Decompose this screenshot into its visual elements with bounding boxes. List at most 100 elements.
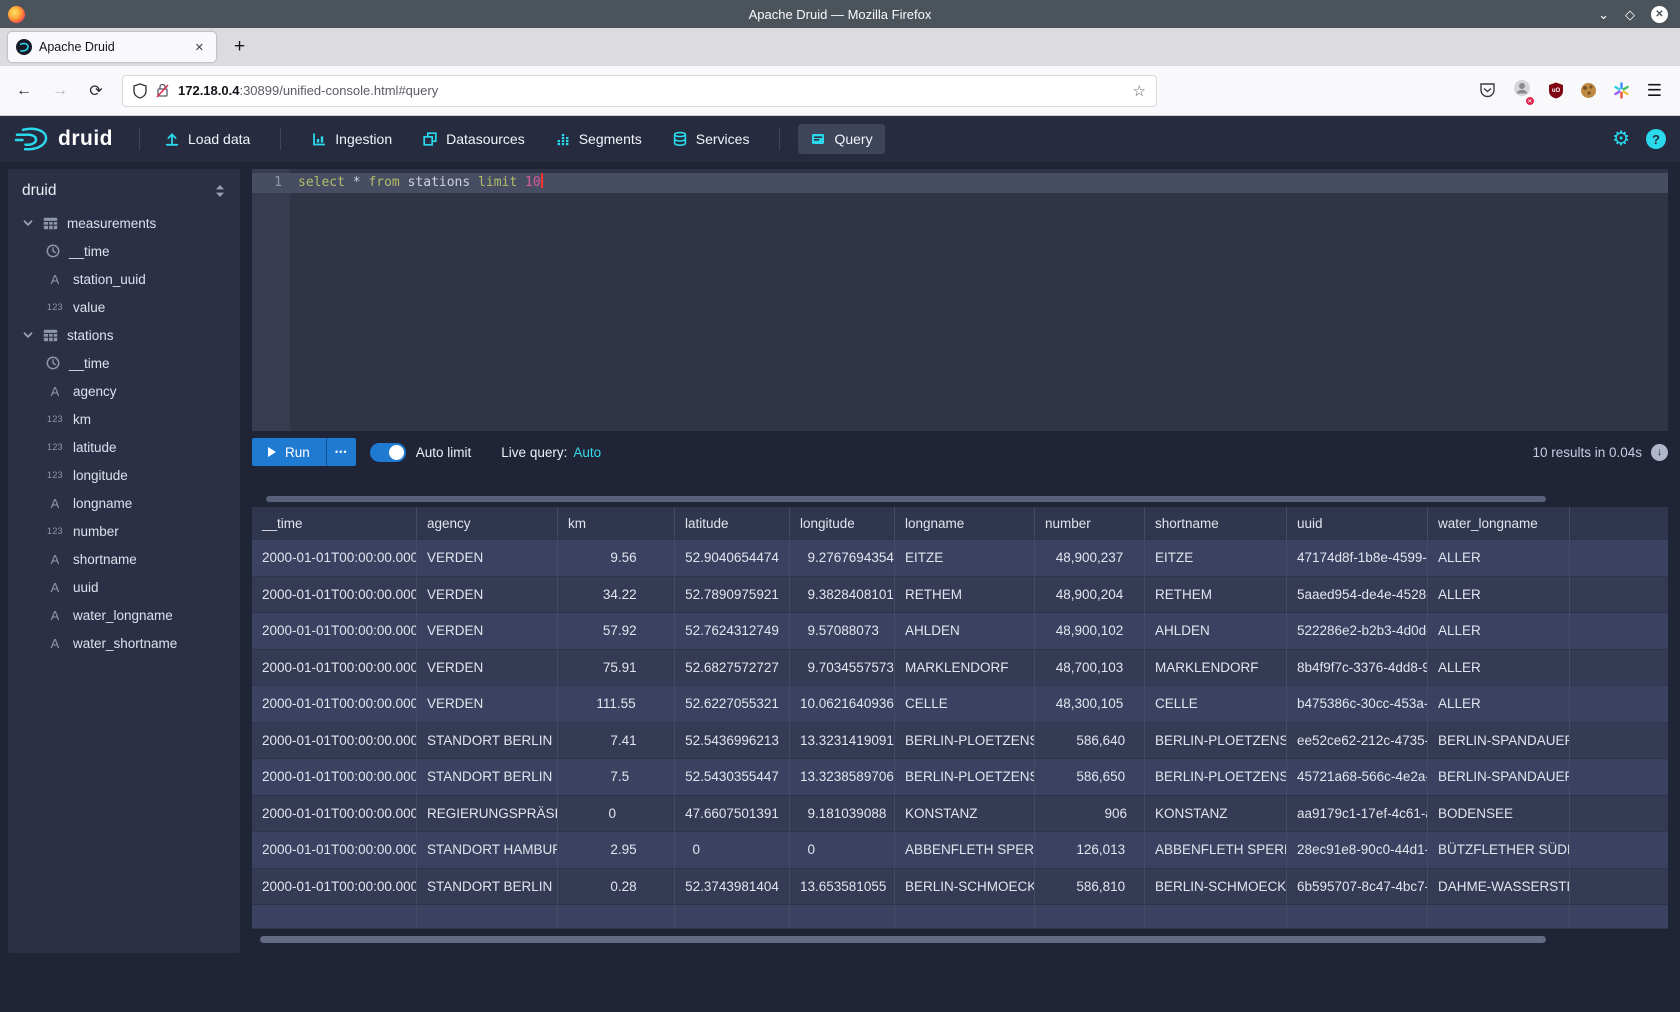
column-header-uuid[interactable]: uuid xyxy=(1287,507,1428,540)
cell-agency[interactable]: VERDEN xyxy=(417,686,558,723)
cell-km[interactable]: 9.56 xyxy=(558,540,675,577)
sidebar-column-measurements-station_uuid[interactable]: Astation_uuid xyxy=(8,265,240,293)
cell-agency[interactable]: STANDORT BERLIN xyxy=(417,869,558,906)
cell-shortname[interactable]: ABBENFLETH SPERRWERK xyxy=(1145,832,1287,869)
chevron-down-icon[interactable] xyxy=(22,329,34,341)
cell-km[interactable]: 75.91 xyxy=(558,650,675,687)
sidebar-table-measurements[interactable]: measurements xyxy=(8,209,240,237)
help-icon[interactable]: ? xyxy=(1646,129,1666,149)
column-header-water_longname[interactable]: water_longname xyxy=(1428,507,1570,540)
horizontal-scrollbar[interactable] xyxy=(260,936,1546,943)
nav-item-query[interactable]: Query xyxy=(798,124,884,154)
nav-item-services[interactable]: Services xyxy=(660,124,762,154)
cell-shortname[interactable]: BERLIN-PLOETZENSEE UP xyxy=(1145,759,1287,796)
cell-longitude[interactable]: 10.0621640936 xyxy=(790,686,895,723)
cell-__time[interactable]: 2000-01-01T00:00:00.000Z xyxy=(252,650,417,687)
cell-__time[interactable]: 2000-01-01T00:00:00.000Z xyxy=(252,832,417,869)
cell-number[interactable]: 48,900,237 xyxy=(1035,540,1145,577)
download-icon[interactable]: ↓ xyxy=(1651,444,1668,461)
cell-uuid[interactable]: 8b4f9f7c-3376-4dd8-95c xyxy=(1287,650,1428,687)
cell-km[interactable]: 34.22 xyxy=(558,577,675,614)
query-editor[interactable]: 1 select * from stations limit 10 xyxy=(252,169,1668,431)
column-header-longname[interactable]: longname xyxy=(895,507,1035,540)
cell-latitude[interactable]: 52.3743981404 xyxy=(675,869,790,906)
cell-agency[interactable]: VERDEN xyxy=(417,540,558,577)
sort-double-caret-icon[interactable] xyxy=(214,184,226,198)
cell-km[interactable]: 0.28 xyxy=(558,869,675,906)
cell-uuid[interactable]: aa9179c1-17ef-4c61-a48 xyxy=(1287,796,1428,833)
cell-__time[interactable]: 2000-01-01T00:00:00.000Z xyxy=(252,686,417,723)
cell-longname[interactable]: BERLIN-SCHMOECKWITZ xyxy=(895,869,1035,906)
sidebar-column-stations-shortname[interactable]: Ashortname xyxy=(8,545,240,573)
cell-number[interactable]: 48,700,103 xyxy=(1035,650,1145,687)
cell-__time[interactable]: 2000-01-01T00:00:00.000Z xyxy=(252,540,417,577)
cell-water_longname[interactable]: ALLER xyxy=(1428,650,1570,687)
lock-insecure-icon[interactable] xyxy=(156,83,169,98)
gear-icon[interactable]: ⚙ xyxy=(1612,129,1630,149)
cell-agency[interactable]: STANDORT BERLIN xyxy=(417,759,558,796)
bookmark-star-icon[interactable]: ☆ xyxy=(1133,82,1146,100)
cell-longitude[interactable]: 13.3238589706 xyxy=(790,759,895,796)
cell-uuid[interactable]: 522286e2-b2b3-4d0d-9a xyxy=(1287,613,1428,650)
cell-longname[interactable]: ABBENFLETH SPERRWERK xyxy=(895,832,1035,869)
cell-water_longname[interactable]: BERLIN-SPANDAUER-SCHIFFFAHRTSKANAL xyxy=(1428,723,1570,760)
nav-item-ingestion[interactable]: Ingestion xyxy=(299,124,404,154)
pocket-icon[interactable] xyxy=(1479,82,1496,99)
cell-longname[interactable]: BERLIN-PLOETZENSEE UP xyxy=(895,759,1035,796)
cell-longitude[interactable]: 9.3828408101 xyxy=(790,577,895,614)
cell-latitude[interactable]: 52.5436996213 xyxy=(675,723,790,760)
cell-agency[interactable]: VERDEN xyxy=(417,613,558,650)
cell-latitude[interactable]: 52.6227055321 xyxy=(675,686,790,723)
sidebar-column-measurements-value[interactable]: 123value xyxy=(8,293,240,321)
cell-km[interactable]: 7.41 xyxy=(558,723,675,760)
cell-longname[interactable]: RETHEM xyxy=(895,577,1035,614)
cell-latitude[interactable]: 52.7890975921 xyxy=(675,577,790,614)
cell-longitude[interactable]: 9.57088073 xyxy=(790,613,895,650)
cell-latitude[interactable]: 52.6827572727 xyxy=(675,650,790,687)
cell-km[interactable]: 7.5 xyxy=(558,759,675,796)
cell-uuid[interactable]: b475386c-30cc-453a-b3 xyxy=(1287,686,1428,723)
auto-limit-toggle[interactable] xyxy=(370,443,406,462)
tab-close-icon[interactable]: ✕ xyxy=(191,39,208,56)
cell-longitude[interactable]: 0 xyxy=(790,832,895,869)
cell-km[interactable]: 2.95 xyxy=(558,832,675,869)
sidebar-column-measurements-__time[interactable]: __time xyxy=(8,237,240,265)
cell-water_longname[interactable]: BÜTZFLETHER SÜDERELBE xyxy=(1428,832,1570,869)
live-query-value[interactable]: Auto xyxy=(573,445,601,460)
sidebar-table-stations[interactable]: stations xyxy=(8,321,240,349)
cell-water_longname[interactable]: ALLER xyxy=(1428,577,1570,614)
nav-item-segments[interactable]: Segments xyxy=(543,124,654,154)
query-text[interactable]: select * from stations limit 10 xyxy=(282,173,543,193)
browser-tab[interactable]: Apache Druid ✕ xyxy=(8,32,216,62)
cell-km[interactable]: 57.92 xyxy=(558,613,675,650)
cell-__time[interactable]: 2000-01-01T00:00:00.000Z xyxy=(252,723,417,760)
cell-number[interactable]: 48,900,204 xyxy=(1035,577,1145,614)
sidebar-column-stations-water_shortname[interactable]: Awater_shortname xyxy=(8,629,240,657)
cell-shortname[interactable]: CELLE xyxy=(1145,686,1287,723)
cell-water_longname[interactable]: BODENSEE xyxy=(1428,796,1570,833)
sidebar-column-stations-agency[interactable]: Aagency xyxy=(8,377,240,405)
cell-latitude[interactable]: 52.5430355447 xyxy=(675,759,790,796)
nav-item-load-data[interactable]: Load data xyxy=(152,124,262,154)
menu-icon[interactable]: ☰ xyxy=(1647,81,1662,101)
cell-longname[interactable]: CELLE xyxy=(895,686,1035,723)
cell-latitude[interactable]: 47.6607501391 xyxy=(675,796,790,833)
cell-longitude[interactable]: 13.3231419091 xyxy=(790,723,895,760)
cell-water_longname[interactable]: ALLER xyxy=(1428,540,1570,577)
ublock-icon[interactable]: uO xyxy=(1548,82,1564,99)
new-tab-button[interactable]: + xyxy=(228,36,251,58)
cell-__time[interactable]: 2000-01-01T00:00:00.000Z xyxy=(252,796,417,833)
sidebar-column-stations-__time[interactable]: __time xyxy=(8,349,240,377)
cell-number[interactable]: 586,640 xyxy=(1035,723,1145,760)
cell-shortname[interactable]: BERLIN-PLOETZENSEE OP xyxy=(1145,723,1287,760)
cell-latitude[interactable]: 52.7624312749 xyxy=(675,613,790,650)
cell-longname[interactable]: BERLIN-PLOETZENSEE OP xyxy=(895,723,1035,760)
cell-uuid[interactable]: 6b595707-8c47-4bc7-a8 xyxy=(1287,869,1428,906)
shield-icon[interactable] xyxy=(133,83,147,99)
cell-uuid[interactable]: ee52ce62-212c-4735-b4 xyxy=(1287,723,1428,760)
cell-water_longname[interactable]: ALLER xyxy=(1428,613,1570,650)
cell-water_longname[interactable]: BERLIN-SPANDAUER-SCHIFFFAHRTSKANAL xyxy=(1428,759,1570,796)
forward-button[interactable]: → xyxy=(50,82,70,100)
cell-longitude[interactable]: 9.2767694354 xyxy=(790,540,895,577)
cell-agency[interactable]: VERDEN xyxy=(417,650,558,687)
